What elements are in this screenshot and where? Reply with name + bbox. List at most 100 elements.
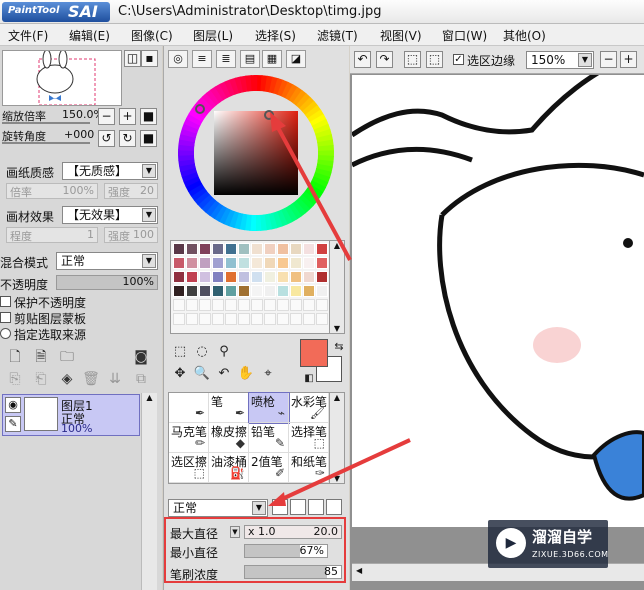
color-swatch[interactable] xyxy=(199,257,211,269)
color-swatch[interactable] xyxy=(303,285,315,297)
move-icon[interactable]: ✥ xyxy=(171,365,189,383)
empty-swatch[interactable] xyxy=(264,313,276,325)
color-swatch[interactable] xyxy=(225,285,237,297)
empty-swatch[interactable] xyxy=(264,299,276,311)
nav-expand-button[interactable]: ◫ xyxy=(124,50,141,67)
zoom-reset-button[interactable]: ■ xyxy=(140,108,157,125)
color-swatch[interactable] xyxy=(186,243,198,255)
empty-swatch[interactable] xyxy=(225,299,237,311)
zoom-slider[interactable] xyxy=(2,122,90,124)
undo-button[interactable]: ↶ xyxy=(354,51,371,68)
color-swatch[interactable] xyxy=(225,257,237,269)
brush-shape-2-icon[interactable] xyxy=(290,499,306,515)
color-swatch[interactable] xyxy=(238,285,250,297)
brush-cell[interactable]: 喷枪 ⌁ xyxy=(248,392,290,424)
clipping-mask-checkbox[interactable] xyxy=(0,312,11,323)
menu-select[interactable]: 选择(S) xyxy=(255,27,296,44)
empty-swatch[interactable] xyxy=(316,299,328,311)
color-swatch[interactable] xyxy=(290,285,302,297)
layer-copy-icon[interactable]: ⎘ xyxy=(6,370,24,388)
new-folder-icon[interactable]: 🗀 xyxy=(58,348,76,366)
color-swatch[interactable] xyxy=(264,271,276,283)
brush-cell[interactable]: 橡皮擦 ◆ xyxy=(209,423,249,453)
color-swatch[interactable] xyxy=(264,243,276,255)
rgb-slider-tab[interactable]: ≡ xyxy=(192,50,212,68)
empty-swatch[interactable] xyxy=(238,313,250,325)
min-size-slider[interactable]: 67% xyxy=(244,544,328,558)
color-swatch[interactable] xyxy=(264,257,276,269)
empty-swatch[interactable] xyxy=(238,299,250,311)
color-swatch[interactable] xyxy=(316,271,328,283)
brush-cell[interactable]: 水彩笔 🖌 xyxy=(289,393,329,423)
empty-swatch[interactable] xyxy=(199,299,211,311)
color-swatch[interactable] xyxy=(290,243,302,255)
menu-filter[interactable]: 滤镜(T) xyxy=(317,27,358,44)
paper-quality-select[interactable]: 【无质感】 ▼ xyxy=(62,162,158,180)
selection-edge-checkbox[interactable]: ✓ xyxy=(453,54,464,65)
color-swatch[interactable] xyxy=(212,257,224,269)
color-swatch[interactable] xyxy=(225,243,237,255)
color-swatch[interactable] xyxy=(212,271,224,283)
color-swatch[interactable] xyxy=(173,271,185,283)
hand-icon[interactable]: ✋ xyxy=(237,365,255,383)
color-wheel-tab[interactable]: ◎ xyxy=(168,50,188,68)
drawing-canvas[interactable] xyxy=(352,75,644,527)
eye-icon[interactable]: ◉ xyxy=(5,397,21,413)
layer-scrollbar[interactable]: ▲ xyxy=(141,393,157,590)
color-swatch[interactable] xyxy=(173,243,185,255)
navigator-preview[interactable] xyxy=(2,49,122,106)
protect-opacity-checkbox[interactable] xyxy=(0,296,11,307)
color-swatch[interactable] xyxy=(251,285,263,297)
color-swatch[interactable] xyxy=(199,271,211,283)
empty-swatch[interactable] xyxy=(173,313,185,325)
empty-swatch[interactable] xyxy=(303,299,315,311)
brush-shape-1-icon[interactable] xyxy=(272,499,288,515)
zoom-icon[interactable]: 🔍 xyxy=(193,365,211,383)
eyedropper-icon[interactable]: ⌖ xyxy=(259,365,277,383)
brush-cell[interactable]: 和纸笔 ✑ xyxy=(289,453,329,483)
brush-cell[interactable]: 选择笔 ⬚ xyxy=(289,423,329,453)
color-swatch[interactable] xyxy=(199,243,211,255)
zoom-in-button[interactable]: + xyxy=(119,108,136,125)
empty-swatch[interactable] xyxy=(277,313,289,325)
color-swatch[interactable] xyxy=(186,285,198,297)
brush-cell[interactable]: ✒ xyxy=(169,393,209,423)
brush-cell[interactable]: 选区擦 ⬚ xyxy=(169,453,209,483)
swap-colors-icon[interactable]: ⇆ xyxy=(330,338,348,356)
redo-button[interactable]: ↷ xyxy=(376,51,393,68)
color-swatch[interactable] xyxy=(186,271,198,283)
color-swatch[interactable] xyxy=(264,285,276,297)
gradient-tab[interactable]: ▤ xyxy=(240,50,260,68)
layer-eraser-icon[interactable]: ◈ xyxy=(58,370,76,388)
color-swatch[interactable] xyxy=(303,243,315,255)
rotate-right-button[interactable]: ↻ xyxy=(119,130,136,147)
nav-close-button[interactable]: ▪ xyxy=(141,50,158,67)
color-swatch[interactable] xyxy=(277,257,289,269)
menu-window[interactable]: 窗口(W) xyxy=(442,27,487,44)
brush-shape-4-icon[interactable] xyxy=(326,499,342,515)
empty-swatch[interactable] xyxy=(199,313,211,325)
color-swatch[interactable] xyxy=(186,257,198,269)
empty-swatch[interactable] xyxy=(290,313,302,325)
layer-row[interactable]: ◉ ✎ 图层1 正常 100% xyxy=(2,394,140,436)
color-swatch[interactable] xyxy=(238,243,250,255)
invert-select-button[interactable]: ⬚ xyxy=(426,51,443,68)
foreground-color[interactable] xyxy=(300,339,328,367)
layer-transfer-icon[interactable]: ⎗ xyxy=(32,370,50,388)
color-swatch[interactable] xyxy=(225,271,237,283)
merge-down-icon[interactable]: ⇊ xyxy=(106,370,124,388)
reset-colors-icon[interactable]: ◧ xyxy=(300,370,318,388)
rotate-slider[interactable] xyxy=(2,142,90,144)
color-swatch[interactable] xyxy=(316,285,328,297)
brush-mode-select[interactable]: 正常 ▼ xyxy=(168,499,268,517)
zoom-select[interactable]: 150% ▼ xyxy=(526,51,594,69)
brush-cell[interactable]: 油漆桶 ⛽ xyxy=(209,453,249,483)
color-swatch[interactable] xyxy=(290,257,302,269)
selection-source-radio[interactable] xyxy=(0,328,11,339)
brush-cell[interactable]: 2值笔 ✐ xyxy=(249,453,289,483)
color-swatch[interactable] xyxy=(238,257,250,269)
rotate-icon[interactable]: ↶ xyxy=(215,365,233,383)
color-swatch[interactable] xyxy=(251,271,263,283)
color-swatch[interactable] xyxy=(316,243,328,255)
color-swatch[interactable] xyxy=(212,285,224,297)
